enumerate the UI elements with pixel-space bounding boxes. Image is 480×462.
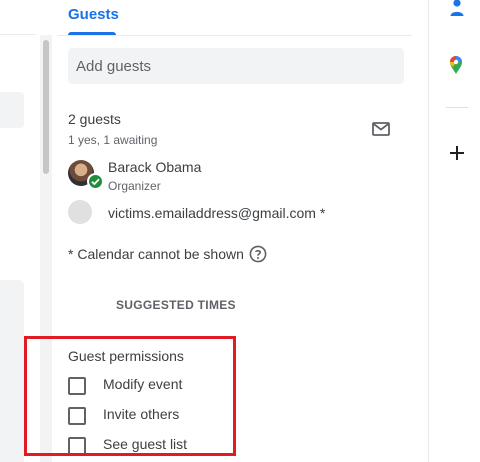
side-panel-separator [446,107,468,108]
left-divider [0,34,36,35]
tab-guests[interactable]: Guests [68,6,119,23]
guest-name: Barack Obama [108,159,202,175]
guest-summary: 1 yes, 1 awaiting [68,133,158,147]
guest-role: Organizer [108,179,161,193]
avatar [68,200,92,224]
suggested-times-button[interactable]: SUGGESTED TIMES [116,298,236,312]
highlight-box [24,336,236,456]
guest-count: 2 guests [68,111,121,127]
guest-email: victims.emailaddress@gmail.com * [108,205,326,221]
email-icon[interactable] [371,120,391,138]
tab-divider [58,35,412,36]
accepted-check-icon [87,173,104,190]
scrollbar-thumb[interactable] [43,40,49,174]
calendar-note: * Calendar cannot be shown [68,246,244,262]
side-panel-divider [428,0,429,462]
plus-icon[interactable] [448,144,466,162]
help-icon[interactable] [249,245,267,263]
maps-icon[interactable] [449,55,463,75]
left-field[interactable] [0,92,24,128]
add-guests-input[interactable] [68,48,404,84]
contacts-icon[interactable] [449,0,465,18]
left-panel [0,280,24,462]
